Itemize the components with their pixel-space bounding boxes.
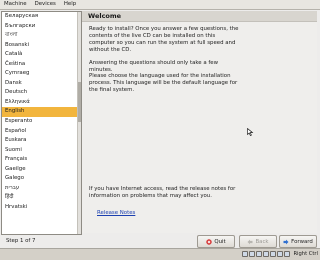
scrollbar-thumb[interactable] bbox=[78, 82, 81, 122]
language-item[interactable]: Deutsch bbox=[2, 88, 81, 98]
intro-text: Ready to install? Once you answer a few … bbox=[89, 26, 239, 54]
menu-devices[interactable]: Devices bbox=[31, 0, 60, 9]
language-item[interactable]: हिंदी bbox=[2, 193, 81, 203]
quit-button[interactable]: Quit bbox=[197, 235, 235, 248]
page-title: Welcome bbox=[82, 11, 317, 22]
quit-icon bbox=[206, 238, 213, 245]
installer-window: Беларуская Български বাংলা Bosanski Cata… bbox=[0, 10, 320, 248]
language-item[interactable]: עברית bbox=[2, 184, 81, 194]
language-list[interactable]: Беларуская Български বাংলা Bosanski Cata… bbox=[1, 11, 82, 235]
mouse-pointer-icon bbox=[247, 128, 254, 136]
language-item[interactable]: Dansk bbox=[2, 79, 81, 89]
language-item[interactable]: Беларуская bbox=[2, 12, 81, 22]
network-icon[interactable] bbox=[263, 251, 270, 257]
choose-language-text: Please choose the language used for the … bbox=[89, 73, 238, 94]
keyboard-capture-icon[interactable] bbox=[284, 251, 291, 257]
language-item[interactable]: Suomi bbox=[2, 146, 81, 156]
internet-text: If you have Internet access, read the re… bbox=[89, 186, 236, 200]
language-item[interactable]: Español bbox=[2, 127, 81, 137]
language-item[interactable]: Gaeilge bbox=[2, 165, 81, 175]
back-label: Back bbox=[255, 238, 269, 245]
vm-statusbar: Right Ctrl bbox=[0, 248, 320, 260]
language-list-scrollbar[interactable] bbox=[77, 12, 81, 234]
welcome-panel: Welcome Ready to install? Once you answe… bbox=[82, 11, 317, 233]
status-icons: Right Ctrl bbox=[242, 250, 318, 258]
language-item[interactable]: Български bbox=[2, 22, 81, 32]
mouse-integration-icon[interactable] bbox=[277, 251, 284, 257]
back-arrow-icon bbox=[247, 239, 253, 244]
language-item[interactable]: Euskara bbox=[2, 136, 81, 146]
language-item[interactable]: Galego bbox=[2, 174, 81, 184]
language-item[interactable]: Čeština bbox=[2, 60, 81, 70]
hard-disk-icon[interactable] bbox=[242, 251, 249, 257]
language-item[interactable]: Esperanto bbox=[2, 117, 81, 127]
release-notes-link[interactable]: Release Notes bbox=[97, 210, 135, 216]
forward-button[interactable]: Forward bbox=[279, 235, 317, 248]
usb-icon[interactable] bbox=[256, 251, 263, 257]
cd-drive-icon[interactable] bbox=[249, 251, 256, 257]
quit-label: Quit bbox=[214, 238, 226, 245]
menu-help[interactable]: Help bbox=[60, 0, 80, 9]
language-item-selected[interactable]: English bbox=[2, 107, 81, 118]
host-key-label: Right Ctrl bbox=[293, 251, 318, 257]
language-item[interactable]: Ελληνικά bbox=[2, 98, 81, 108]
back-button[interactable]: Back bbox=[239, 235, 277, 248]
forward-label: Forward bbox=[291, 238, 313, 245]
language-item[interactable]: Cymraeg bbox=[2, 69, 81, 79]
forward-arrow-icon bbox=[283, 239, 289, 244]
menubar: Machine Devices Help bbox=[0, 0, 320, 10]
navigation-bar: Step 1 of 7 Quit Back Forward bbox=[0, 235, 320, 248]
language-item[interactable]: Français bbox=[2, 155, 81, 165]
menu-machine[interactable]: Machine bbox=[0, 0, 31, 9]
language-item[interactable]: বাংলা bbox=[2, 31, 81, 41]
shared-folders-icon[interactable] bbox=[270, 251, 277, 257]
language-item[interactable]: Català bbox=[2, 50, 81, 60]
language-item[interactable]: Hrvatski bbox=[2, 203, 81, 213]
step-indicator: Step 1 of 7 bbox=[6, 238, 36, 244]
language-item[interactable]: Bosanski bbox=[2, 41, 81, 51]
